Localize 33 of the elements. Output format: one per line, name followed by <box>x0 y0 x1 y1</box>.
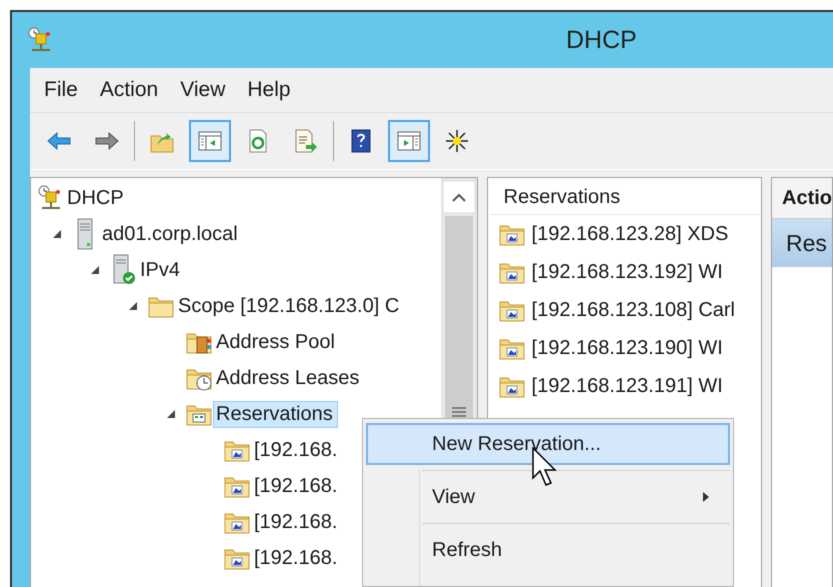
menu-item[interactable]: Action <box>90 74 168 106</box>
list-item[interactable]: [192.168.123.28] XDS <box>532 222 728 246</box>
expanded-arrow-icon[interactable] <box>52 229 62 239</box>
task-link[interactable]: Res <box>772 219 832 267</box>
tree-item[interactable]: [192.168. <box>251 508 342 536</box>
expanded-arrow-icon[interactable] <box>128 301 138 311</box>
sparkle-icon <box>444 128 470 154</box>
list-item[interactable]: [192.168.123.108] Carl <box>532 298 736 322</box>
tree-item[interactable]: IPv4 <box>137 256 186 284</box>
list-item[interactable]: [192.168.123.190] WI <box>532 336 723 360</box>
context-menu-item[interactable]: View <box>366 476 730 518</box>
submenu-arrow-icon <box>702 491 710 503</box>
list-item[interactable]: [192.168.123.191] WI <box>532 374 723 398</box>
window-title: DHCP <box>566 26 637 54</box>
context-menu-item[interactable]: New Reservation... <box>366 423 730 465</box>
tree-item[interactable]: ad01.corp.local <box>99 220 243 248</box>
export-list-icon <box>293 128 319 154</box>
menu-item[interactable]: Help <box>237 74 301 106</box>
tree-item[interactable]: Address Pool <box>213 328 340 356</box>
tree-item[interactable]: [192.168. <box>251 544 342 572</box>
tree-item[interactable]: Scope [192.168.123.0] C <box>175 292 404 320</box>
actions-header: Actio <box>772 178 832 219</box>
tree-item[interactable]: Address Leases <box>213 364 364 392</box>
tree-item[interactable]: [192.168. <box>251 472 342 500</box>
menu-item[interactable]: View <box>170 74 236 106</box>
tree-item[interactable]: DHCP <box>64 184 129 212</box>
tree-item[interactable]: Reservations <box>213 400 338 428</box>
expanded-arrow-icon[interactable] <box>166 409 176 419</box>
list-item[interactable]: [192.168.123.192] WI <box>532 260 723 284</box>
context-menu-item[interactable]: Refresh <box>366 529 730 571</box>
expanded-arrow-icon[interactable] <box>90 265 100 275</box>
menu-item[interactable]: File <box>34 74 88 106</box>
tree-item[interactable]: [192.168. <box>251 436 342 464</box>
